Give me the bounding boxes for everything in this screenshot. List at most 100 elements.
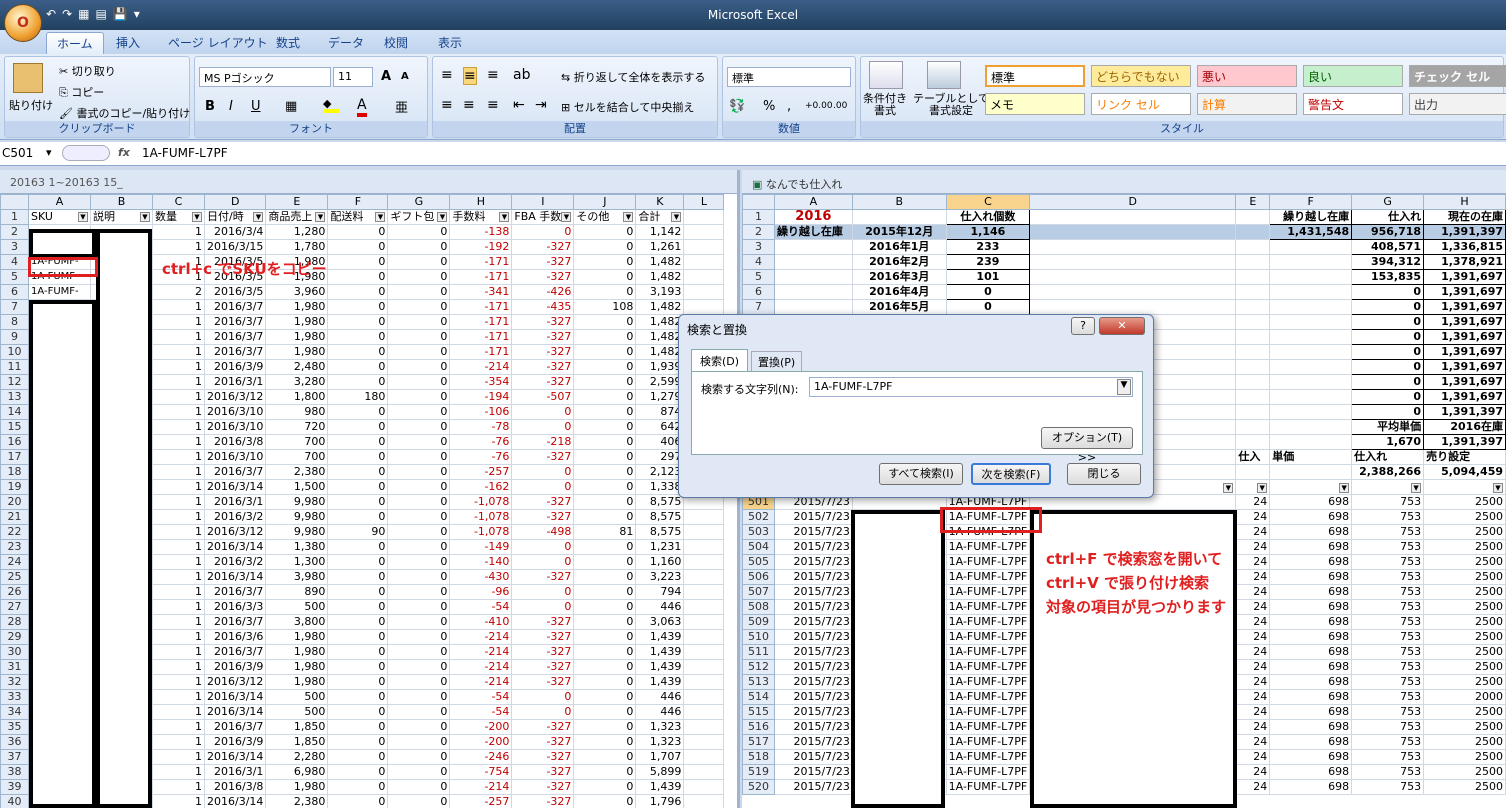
cell[interactable]: 0 (573, 464, 637, 480)
cell[interactable]: 794 (635, 584, 685, 600)
cell[interactable]: 1,850 (265, 719, 329, 735)
cell[interactable] (1235, 299, 1271, 315)
cell[interactable]: 0 (573, 374, 637, 390)
cell[interactable]: 0 (511, 419, 575, 435)
cell[interactable]: 1,391,397 (1423, 404, 1506, 420)
row-header[interactable]: 20 (0, 494, 29, 510)
cell[interactable]: 2,380 (265, 794, 329, 808)
column-header[interactable]: F (1269, 194, 1353, 210)
cell[interactable] (1269, 359, 1353, 375)
cell[interactable]: 1 (152, 674, 205, 690)
cell[interactable]: 24 (1235, 719, 1271, 735)
cell[interactable]: 0 (573, 719, 637, 735)
cell[interactable]: 753 (1351, 719, 1425, 735)
cell[interactable] (1269, 374, 1353, 390)
filter-dropdown-icon[interactable]: ▼ (1223, 483, 1234, 493)
cell[interactable]: 繰り越し在庫 (773, 224, 853, 240)
cell[interactable]: 0 (511, 554, 575, 570)
cell[interactable]: -257 (449, 794, 513, 808)
cell[interactable] (1269, 269, 1353, 285)
cell[interactable]: 3,193 (635, 284, 685, 300)
cell[interactable] (1029, 254, 1237, 270)
cell[interactable]: 2016/3/7 (203, 584, 267, 600)
cell[interactable]: 0 (387, 389, 451, 405)
cell[interactable]: 2016/3/7 (203, 329, 267, 345)
cell[interactable] (1029, 224, 1237, 240)
cell[interactable]: 753 (1351, 689, 1425, 705)
cell[interactable]: 0 (387, 779, 451, 795)
cell[interactable]: 仕入れ個数 (945, 209, 1031, 225)
font-size-select[interactable]: 11 (333, 67, 373, 87)
cell[interactable] (1029, 209, 1237, 225)
row-header[interactable]: 23 (0, 539, 29, 555)
cell[interactable] (1235, 224, 1271, 240)
cell[interactable]: 698 (1269, 614, 1353, 630)
cell[interactable]: 1 (152, 629, 205, 645)
column-header[interactable]: A (28, 194, 91, 210)
cell[interactable]: 0 (327, 749, 389, 765)
cell[interactable]: -507 (511, 389, 575, 405)
cell[interactable]: 2016/3/6 (203, 629, 267, 645)
percent-button[interactable]: % (763, 99, 775, 114)
cell[interactable]: 753 (1351, 644, 1425, 660)
cell-style-8[interactable]: 警告文 (1303, 93, 1403, 115)
cell[interactable]: 0 (327, 359, 389, 375)
cell[interactable] (1235, 464, 1271, 480)
align-center-icon[interactable]: ≡ (463, 97, 475, 113)
row-header[interactable]: 507 (742, 584, 775, 600)
cell[interactable] (683, 794, 725, 808)
cell[interactable] (1269, 464, 1353, 480)
cell[interactable]: 0 (327, 269, 389, 285)
cell[interactable]: 2016/3/10 (203, 404, 267, 420)
find-next-button[interactable]: 次を検索(F) (971, 463, 1051, 485)
cell[interactable] (683, 209, 725, 225)
cell[interactable]: 698 (1269, 779, 1353, 795)
cell[interactable]: 0 (573, 344, 637, 360)
cell[interactable]: -327 (511, 239, 575, 255)
cell[interactable]: 1 (152, 794, 205, 808)
cell[interactable] (773, 269, 853, 285)
cell[interactable]: 2015/7/23 (773, 509, 853, 525)
cell[interactable]: 0 (327, 689, 389, 705)
header-cell[interactable]: 配送料 ▼ (327, 209, 389, 225)
cell[interactable]: -327 (511, 449, 575, 465)
cell[interactable]: 394,312 (1351, 254, 1425, 270)
cell[interactable]: 0 (327, 299, 389, 315)
filter-dropdown-icon[interactable]: ▼ (315, 212, 326, 222)
cell[interactable]: 1 (152, 689, 205, 705)
tab-3[interactable]: 数式 (276, 34, 300, 51)
cell[interactable]: 2016/3/10 (203, 419, 267, 435)
cell[interactable]: 2016/3/7 (203, 644, 267, 660)
cell[interactable]: 1A-FUMF-L7PF (945, 719, 1031, 735)
cell[interactable]: -149 (449, 539, 513, 555)
cell[interactable]: 698 (1269, 734, 1353, 750)
cell[interactable]: 3,960 (265, 284, 329, 300)
cell[interactable]: 1 (152, 239, 205, 255)
tab-0[interactable]: ホーム (46, 32, 104, 54)
cell[interactable]: 0 (1351, 329, 1425, 345)
cell[interactable]: 2016/3/7 (203, 314, 267, 330)
cell[interactable]: 0 (327, 629, 389, 645)
cell[interactable]: 2016/3/4 (203, 224, 267, 240)
row-header[interactable]: 3 (0, 239, 29, 255)
cell[interactable]: 0 (573, 254, 637, 270)
cell[interactable]: 1,146 (945, 224, 1031, 240)
cell[interactable]: -200 (449, 734, 513, 750)
cell[interactable]: 2500 (1423, 614, 1506, 630)
cell[interactable]: 1 (152, 374, 205, 390)
cell[interactable]: 0 (511, 689, 575, 705)
cell[interactable]: 2015/7/23 (773, 734, 853, 750)
row-header[interactable]: 27 (0, 599, 29, 615)
cell[interactable]: 2015/7/23 (773, 689, 853, 705)
align-top-icon[interactable]: ≡ (441, 67, 453, 83)
decrease-decimal-button[interactable]: .00 (833, 101, 847, 111)
cell[interactable]: 2016年4月 (851, 284, 947, 300)
cell[interactable]: 2016/3/14 (203, 749, 267, 765)
cell[interactable]: 9,980 (265, 509, 329, 525)
row-header[interactable]: 520 (742, 779, 775, 795)
cell[interactable]: -162 (449, 479, 513, 495)
cell-style-4[interactable]: チェック セル (1409, 65, 1506, 87)
cell[interactable]: 0 (573, 269, 637, 285)
header-cell[interactable]: 説明 ▼ (90, 209, 153, 225)
cell[interactable]: 500 (265, 599, 329, 615)
